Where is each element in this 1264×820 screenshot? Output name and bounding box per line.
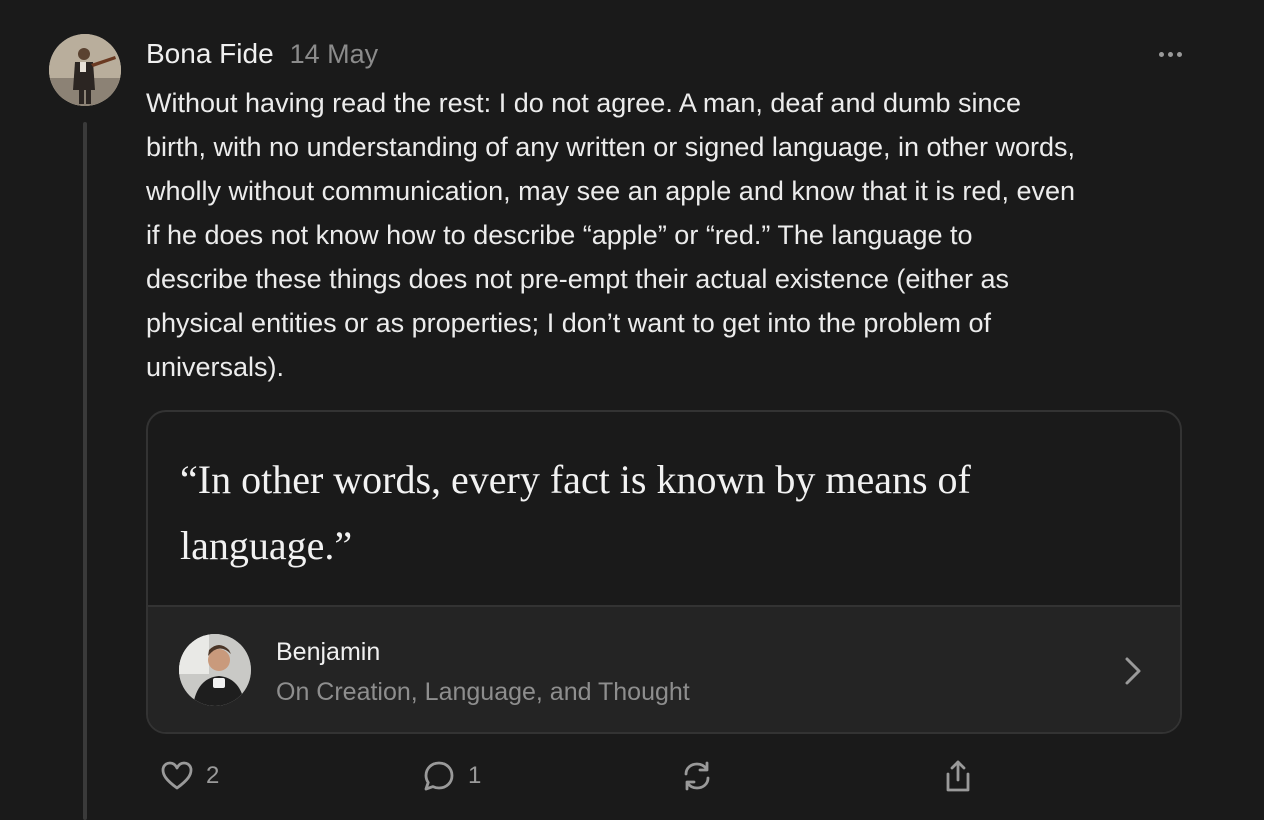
source-author-name: Benjamin bbox=[276, 638, 381, 666]
share-button[interactable] bbox=[941, 758, 975, 794]
author-avatar-image bbox=[49, 34, 121, 106]
source-author-avatar bbox=[179, 634, 251, 706]
quote-text: “In other words, every fact is known by … bbox=[180, 457, 971, 568]
source-avatar-image bbox=[179, 634, 251, 706]
author-name[interactable]: Bona Fide bbox=[146, 38, 274, 70]
restack-icon bbox=[684, 761, 710, 791]
author-avatar[interactable] bbox=[49, 34, 121, 106]
comment-header: Bona Fide 14 May bbox=[146, 38, 378, 70]
quote-card[interactable]: “In other words, every fact is known by … bbox=[146, 410, 1182, 734]
like-count: 2 bbox=[206, 762, 220, 789]
comment-date[interactable]: 14 May bbox=[290, 39, 379, 70]
comment-body: Without having read the rest: I do not a… bbox=[146, 88, 1076, 382]
source-post-title: On Creation, Language, and Thought bbox=[276, 678, 690, 706]
ellipsis-icon[interactable] bbox=[1150, 36, 1190, 72]
quote-source-link[interactable]: Benjamin On Creation, Language, and Thou… bbox=[148, 605, 1180, 732]
like-button[interactable]: 2 bbox=[160, 758, 219, 794]
restack-button[interactable] bbox=[680, 758, 714, 794]
chevron-right-icon bbox=[1125, 657, 1141, 685]
heart-icon bbox=[161, 761, 193, 790]
thread-line bbox=[83, 122, 87, 820]
reply-button[interactable]: 1 bbox=[422, 758, 481, 794]
share-icon bbox=[946, 760, 970, 792]
reply-count: 1 bbox=[468, 762, 482, 789]
comment-icon bbox=[424, 761, 454, 791]
